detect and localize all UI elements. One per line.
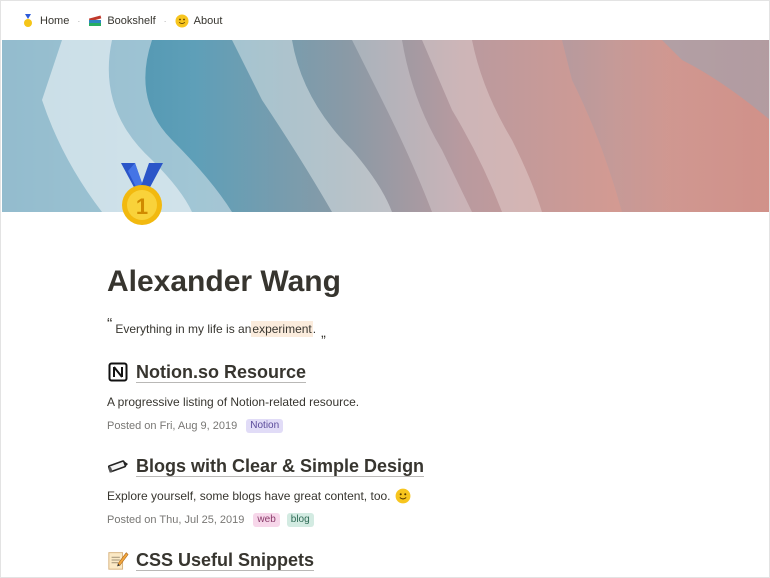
post-date: Posted on Fri, Aug 9, 2019 (107, 419, 238, 432)
page-title: Alexander Wang (107, 265, 341, 298)
nav-separator: · (77, 15, 81, 26)
tag-notion[interactable]: Notion (246, 418, 284, 433)
quote-text-before: Everything in my life is an (115, 322, 252, 336)
nav-label-home: Home (40, 14, 70, 27)
nav-label-bookshelf: Bookshelf (107, 14, 156, 27)
post-meta: Posted on Fri, Aug 9, 2019 Notion (107, 418, 667, 433)
post-description: Explore yourself, some blogs have great … (107, 487, 667, 504)
quote-close-mark: „ (321, 324, 326, 340)
nav-bookshelf[interactable]: Bookshelf (88, 14, 156, 28)
post-title-link[interactable]: Blogs with Clear & Simple Design (136, 456, 425, 477)
quote-open-mark: “ (107, 316, 113, 333)
books-icon (89, 14, 102, 26)
post-date: Posted on Thu, Jul 25, 2019 (107, 513, 245, 526)
post-title-row: Notion.so Resource (107, 357, 667, 387)
post-description-text: Explore yourself, some blogs have great … (107, 488, 391, 503)
tag-blog[interactable]: blog (286, 512, 314, 527)
first-place-medal-icon: 1 (121, 163, 163, 225)
nav-separator: · (163, 15, 167, 26)
tag-web[interactable]: web (253, 512, 280, 527)
post-item: Notion.so Resource A progressive listing… (107, 357, 667, 433)
post-item: CSS Useful Snippets (107, 545, 667, 575)
nav-home[interactable]: Home (21, 13, 70, 28)
svg-text:1: 1 (136, 194, 148, 219)
pencil-icon (107, 455, 129, 477)
post-item: Blogs with Clear & Simple Design Explore… (107, 451, 667, 527)
top-nav: Home · Bookshelf · About (1, 1, 769, 40)
nav-label-about: About (193, 14, 223, 27)
quote-block: “ Everything in my life is an experiment… (107, 316, 667, 340)
post-title-row: CSS Useful Snippets (107, 545, 667, 575)
page-frame: Home · Bookshelf · About 1 Alexander Wan… (0, 0, 770, 578)
page-content: Alexander Wang “ Everything in my life i… (107, 263, 667, 575)
quote-text-after: . (312, 322, 317, 336)
smile-icon (175, 14, 189, 27)
post-description: A progressive listing of Notion-related … (107, 394, 360, 409)
memo-icon (107, 549, 129, 571)
notion-logo-icon (107, 361, 129, 383)
post-title-link[interactable]: CSS Useful Snippets (136, 550, 315, 571)
nav-about[interactable]: About (175, 14, 223, 28)
post-meta: Posted on Thu, Jul 25, 2019 web blog (107, 512, 667, 527)
post-title-row: Blogs with Clear & Simple Design (107, 451, 667, 481)
medal-icon (24, 13, 32, 27)
smile-icon (395, 488, 410, 503)
quote-highlight: experiment (251, 321, 313, 337)
post-title-link[interactable]: Notion.so Resource (136, 362, 307, 383)
